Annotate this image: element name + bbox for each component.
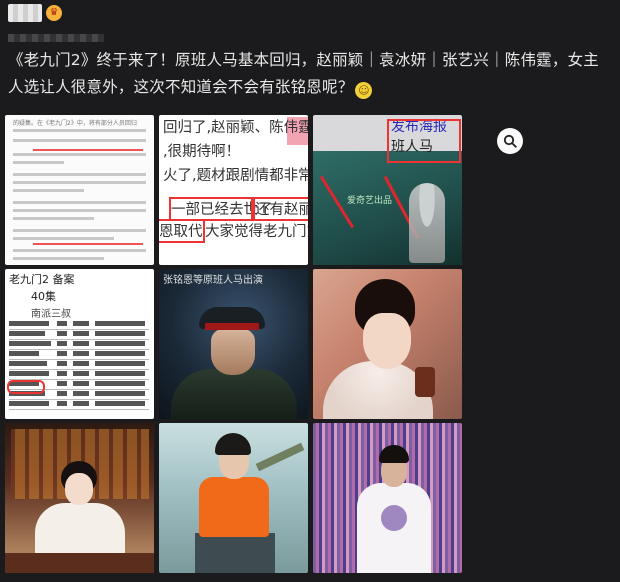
post-meta-redacted: [8, 34, 104, 42]
table-heading: 老九门2 备案: [9, 273, 75, 286]
weibo-post: ♛ 《老九门2》终于来了！原班人马基本回归，赵丽颖｜袁冰妍｜张艺兴｜陈伟霆，女主…: [0, 0, 620, 582]
zoom-line-7: 大家觉得老九门第二: [205, 224, 308, 240]
image-actress-seated[interactable]: [5, 423, 154, 573]
image-officer-poster[interactable]: 张铭恩等原班人马出演: [159, 269, 308, 419]
image-actor-tinsel[interactable]: [313, 423, 462, 573]
smile-emoji-icon: ☺: [355, 82, 373, 99]
highlight-box: [169, 197, 253, 221]
table-episodes: 40集: [31, 290, 56, 303]
zoom-line-1: 回归了,赵丽颖、陈伟霆、: [163, 120, 308, 136]
highlight-box: [387, 119, 461, 163]
image-filing-table[interactable]: 老九门2 备案 40集 南派三叔: [5, 269, 154, 419]
crown-icon: ♛: [46, 5, 62, 21]
post-header: ♛: [8, 4, 62, 22]
zoom-search-icon[interactable]: [497, 128, 523, 154]
image-article-zoom[interactable]: 回归了,赵丽颖、陈伟霆、 ,很期待啊！ 火了,题材跟剧情都非常的 一部已经去世了…: [159, 115, 308, 265]
image-actress-fur-coat[interactable]: [313, 269, 462, 419]
zoom-line-2: ,很期待啊！: [163, 144, 241, 160]
username-redacted[interactable]: [8, 4, 42, 22]
table-genre: 南派三叔: [31, 309, 71, 320]
poster-logo-text: 爱奇艺出品: [347, 196, 393, 206]
image-poster-screenshot[interactable]: 发布海报 班人马 爱奇艺出品: [313, 115, 462, 265]
highlight-ring: [7, 380, 45, 394]
post-body: 《老九门2》终于来了！原班人马基本回归，赵丽颖｜袁冰妍｜张艺兴｜陈伟霆，女主人选…: [8, 47, 612, 101]
image-grid: 的疑集。在《老九门2》中，将有部分人员回归 回归了,赵丽颖、陈伟霆、 ,很期待啊…: [5, 115, 462, 575]
image-article-screenshot[interactable]: 的疑集。在《老九门2》中，将有部分人员回归: [5, 115, 154, 265]
officer-caption: 张铭恩等原班人马出演: [163, 275, 263, 286]
zoom-line-3: 火了,题材跟剧情都非常的: [163, 168, 308, 184]
article-title-text: 的疑集。在《老九门2》中，将有部分人员回归: [13, 120, 137, 127]
highlight-box: [159, 219, 205, 243]
figure-silhouette: [409, 183, 445, 263]
post-text: 《老九门2》终于来了！原班人马基本回归，赵丽颖｜袁冰妍｜张艺兴｜陈伟霆，女主人选…: [8, 51, 599, 96]
highlight-box: [253, 197, 308, 221]
image-actor-life-vest[interactable]: [159, 423, 308, 573]
